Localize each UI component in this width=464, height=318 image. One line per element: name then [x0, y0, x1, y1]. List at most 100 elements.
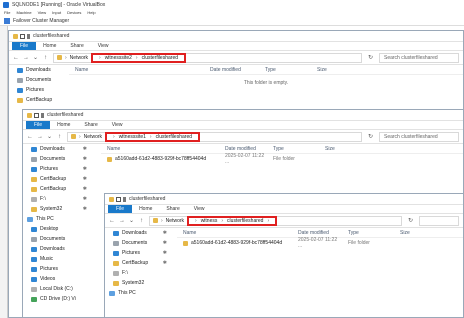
refresh-icon[interactable]: ↻	[367, 133, 374, 140]
nav-item-f-drive[interactable]: F:\	[105, 268, 171, 278]
recent-dropdown-icon[interactable]: ⌄	[47, 133, 52, 140]
menu-view[interactable]: View	[38, 10, 47, 15]
breadcrumb-server[interactable]: witness	[201, 218, 218, 224]
properties-icon[interactable]	[20, 33, 25, 39]
up-icon[interactable]: ↑	[43, 55, 48, 61]
nav-item-certbackup[interactable]: CertBackup ✱	[105, 258, 171, 268]
nav-item-certbackup[interactable]: CertBackup	[9, 95, 69, 105]
column-date-modified[interactable]: Date modified	[219, 146, 267, 152]
recent-dropdown-icon[interactable]: ⌄	[33, 54, 38, 61]
properties-icon[interactable]	[34, 112, 39, 118]
address-bar[interactable]: › Network › witnesssite2 › clusterfilesh…	[53, 52, 362, 63]
nav-item-system32[interactable]: System32 ✱	[23, 204, 91, 214]
column-type[interactable]: Type	[267, 146, 319, 152]
tab-share[interactable]: Share	[159, 205, 186, 213]
column-date-modified[interactable]: Date modified	[204, 67, 259, 73]
tab-home[interactable]: Home	[132, 205, 159, 213]
breadcrumb-server[interactable]: witnesssite1	[119, 134, 146, 140]
breadcrumb-server[interactable]: witnesssite2	[105, 55, 132, 61]
documents-icon	[113, 240, 119, 246]
tab-view[interactable]: View	[105, 121, 130, 129]
forward-icon[interactable]: →	[23, 55, 29, 61]
column-size[interactable]: Size	[319, 146, 359, 152]
back-icon[interactable]: ←	[13, 55, 19, 61]
nav-item-downloads[interactable]: Downloads ✱	[23, 144, 91, 154]
pin-icon[interactable]	[27, 33, 30, 39]
column-name[interactable]: Name	[177, 230, 292, 236]
search-input[interactable]	[419, 215, 459, 226]
menu-input[interactable]: Input	[52, 10, 61, 15]
forward-icon[interactable]: →	[119, 218, 125, 224]
tab-share[interactable]: Share	[63, 42, 90, 50]
nav-item-local-disk[interactable]: Local Disk (C:)	[23, 284, 91, 294]
tab-file[interactable]: File	[12, 42, 37, 50]
nav-item-f-drive[interactable]: F:\ ✱	[23, 194, 91, 204]
nav-item-system32[interactable]: System32	[105, 278, 171, 288]
tab-file[interactable]: File	[108, 205, 133, 213]
tab-view[interactable]: View	[187, 205, 212, 213]
nav-item-desktop[interactable]: Desktop	[23, 224, 91, 234]
breadcrumb-network[interactable]: Network	[70, 55, 88, 61]
breadcrumb-network[interactable]: Network	[166, 218, 184, 224]
forward-icon[interactable]: →	[37, 134, 43, 140]
menu-help[interactable]: Help	[87, 10, 95, 15]
nav-item-this-pc[interactable]: This PC	[105, 288, 171, 298]
nav-item-this-pc[interactable]: This PC	[23, 214, 91, 224]
window-body: Downloads ✱ Documents ✱ Pictures ✱ CertBack…	[105, 228, 463, 317]
tab-home[interactable]: Home	[50, 121, 77, 129]
tab-share[interactable]: Share	[77, 121, 104, 129]
pictures-icon	[17, 87, 23, 93]
menu-file[interactable]: File	[4, 10, 10, 15]
tab-view[interactable]: View	[91, 42, 116, 50]
nav-item-documents[interactable]: Documents ✱	[23, 154, 91, 164]
properties-icon[interactable]	[116, 196, 121, 202]
menu-devices[interactable]: Devices	[67, 10, 81, 15]
nav-item-videos[interactable]: Videos	[23, 274, 91, 284]
breadcrumb-network[interactable]: Network	[84, 134, 102, 140]
up-icon[interactable]: ↑	[57, 134, 62, 140]
pin-icon[interactable]	[123, 196, 126, 202]
back-icon[interactable]: ←	[27, 134, 33, 140]
column-name[interactable]: Name	[69, 67, 204, 73]
nav-item-cd-drive[interactable]: CD Drive (D:) Vi	[23, 294, 91, 304]
refresh-icon[interactable]: ↻	[367, 54, 374, 61]
refresh-icon[interactable]: ↻	[407, 217, 414, 224]
address-bar[interactable]: › Network › witnesssite1 › clusterfilesh…	[67, 131, 362, 142]
nav-item-certbackup[interactable]: CertBackup ✱	[23, 184, 91, 194]
address-bar[interactable]: › Network › witness › clusterfileshared …	[149, 215, 402, 226]
nav-item-music[interactable]: Music	[23, 254, 91, 264]
nav-item-documents[interactable]: Documents ✱	[105, 238, 171, 248]
chevron-right-icon: ›	[113, 133, 115, 140]
search-input[interactable]: Search clusterfileshared	[379, 52, 459, 63]
table-row[interactable]: a5160add-61d2-4883-929f-bc78ff54404d 202…	[101, 153, 463, 165]
folder-icon	[13, 33, 18, 39]
nav-item-pictures[interactable]: Pictures	[9, 85, 69, 95]
nav-item-downloads[interactable]: Downloads	[23, 244, 91, 254]
nav-item-downloads[interactable]: Downloads	[9, 65, 69, 75]
breadcrumb-share[interactable]: clusterfileshared	[156, 134, 192, 140]
column-type[interactable]: Type	[342, 230, 394, 236]
column-size[interactable]: Size	[311, 67, 351, 73]
nav-item-documents[interactable]: Documents	[23, 234, 91, 244]
nav-item-pictures[interactable]: Pictures ✱	[23, 164, 91, 174]
breadcrumb-share[interactable]: clusterfileshared	[227, 218, 263, 224]
column-type[interactable]: Type	[259, 67, 311, 73]
breadcrumb-share[interactable]: clusterfileshared	[142, 55, 178, 61]
menu-machine[interactable]: Machine	[16, 10, 31, 15]
nav-item-pictures[interactable]: Pictures ✱	[105, 248, 171, 258]
tab-home[interactable]: Home	[36, 42, 63, 50]
pin-icon[interactable]	[41, 112, 44, 118]
column-size[interactable]: Size	[394, 230, 424, 236]
column-name[interactable]: Name	[101, 146, 219, 152]
tab-file[interactable]: File	[26, 121, 51, 129]
nav-item-certbackup[interactable]: CertBackup ✱	[23, 174, 91, 184]
table-row[interactable]: a5160add-61d2-4883-929f-bc78ff54404d 202…	[177, 237, 463, 249]
up-icon[interactable]: ↑	[139, 218, 144, 224]
nav-item-downloads[interactable]: Downloads ✱	[105, 228, 171, 238]
nav-item-documents[interactable]: Documents	[9, 75, 69, 85]
back-icon[interactable]: ←	[109, 218, 115, 224]
recent-dropdown-icon[interactable]: ⌄	[129, 217, 134, 224]
column-date-modified[interactable]: Date modified	[292, 230, 342, 236]
search-input[interactable]: Search clusterfileshared	[379, 131, 459, 142]
nav-item-pictures[interactable]: Pictures	[23, 264, 91, 274]
